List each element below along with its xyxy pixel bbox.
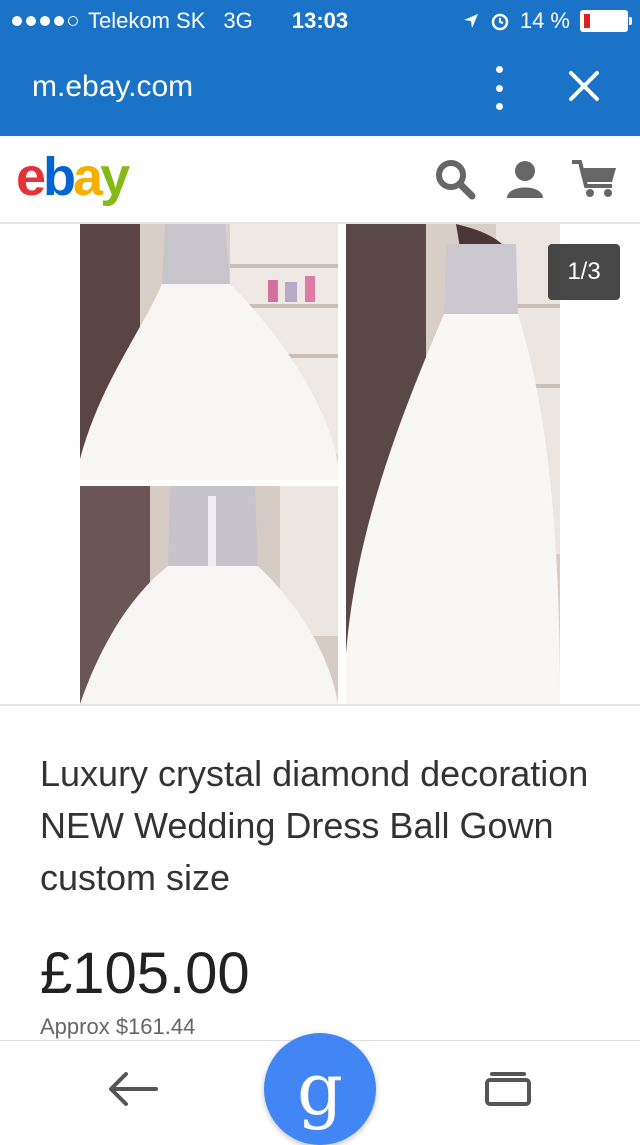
battery-icon	[580, 10, 632, 32]
bottom-nav: g	[0, 1033, 640, 1145]
google-search-button[interactable]: g	[264, 1033, 376, 1145]
tabs-icon[interactable]	[484, 1071, 532, 1107]
alarm-icon	[491, 13, 509, 31]
product-photo[interactable]	[346, 224, 560, 704]
approx-price: Approx $161.44	[40, 1014, 196, 1039]
product-photo[interactable]	[80, 224, 338, 480]
close-icon[interactable]	[566, 68, 602, 104]
image-gallery[interactable]: 1/3	[0, 224, 640, 706]
ebay-header: ebay	[0, 136, 640, 224]
gallery-counter: 1/3	[548, 244, 620, 300]
battery-percent: 14 %	[519, 8, 570, 33]
browser-toolbar: m.ebay.com	[0, 40, 640, 136]
status-right: 14 %	[462, 8, 632, 34]
item-price: £105.00	[40, 941, 250, 1006]
url-field[interactable]: m.ebay.com	[32, 70, 193, 104]
search-icon[interactable]	[434, 158, 476, 200]
location-arrow-icon	[463, 14, 478, 28]
status-bar: Telekom SK 3G 13:03 14 %	[0, 0, 640, 40]
more-vert-icon[interactable]	[484, 66, 514, 110]
divider	[0, 704, 640, 706]
product-photo[interactable]	[80, 486, 338, 704]
item-title: Luxury crystal diamond decoration NEW We…	[40, 753, 589, 898]
account-icon[interactable]	[504, 158, 546, 200]
ebay-logo[interactable]: ebay	[16, 146, 130, 208]
cart-icon[interactable]	[570, 158, 620, 200]
back-arrow-icon[interactable]	[106, 1069, 160, 1109]
